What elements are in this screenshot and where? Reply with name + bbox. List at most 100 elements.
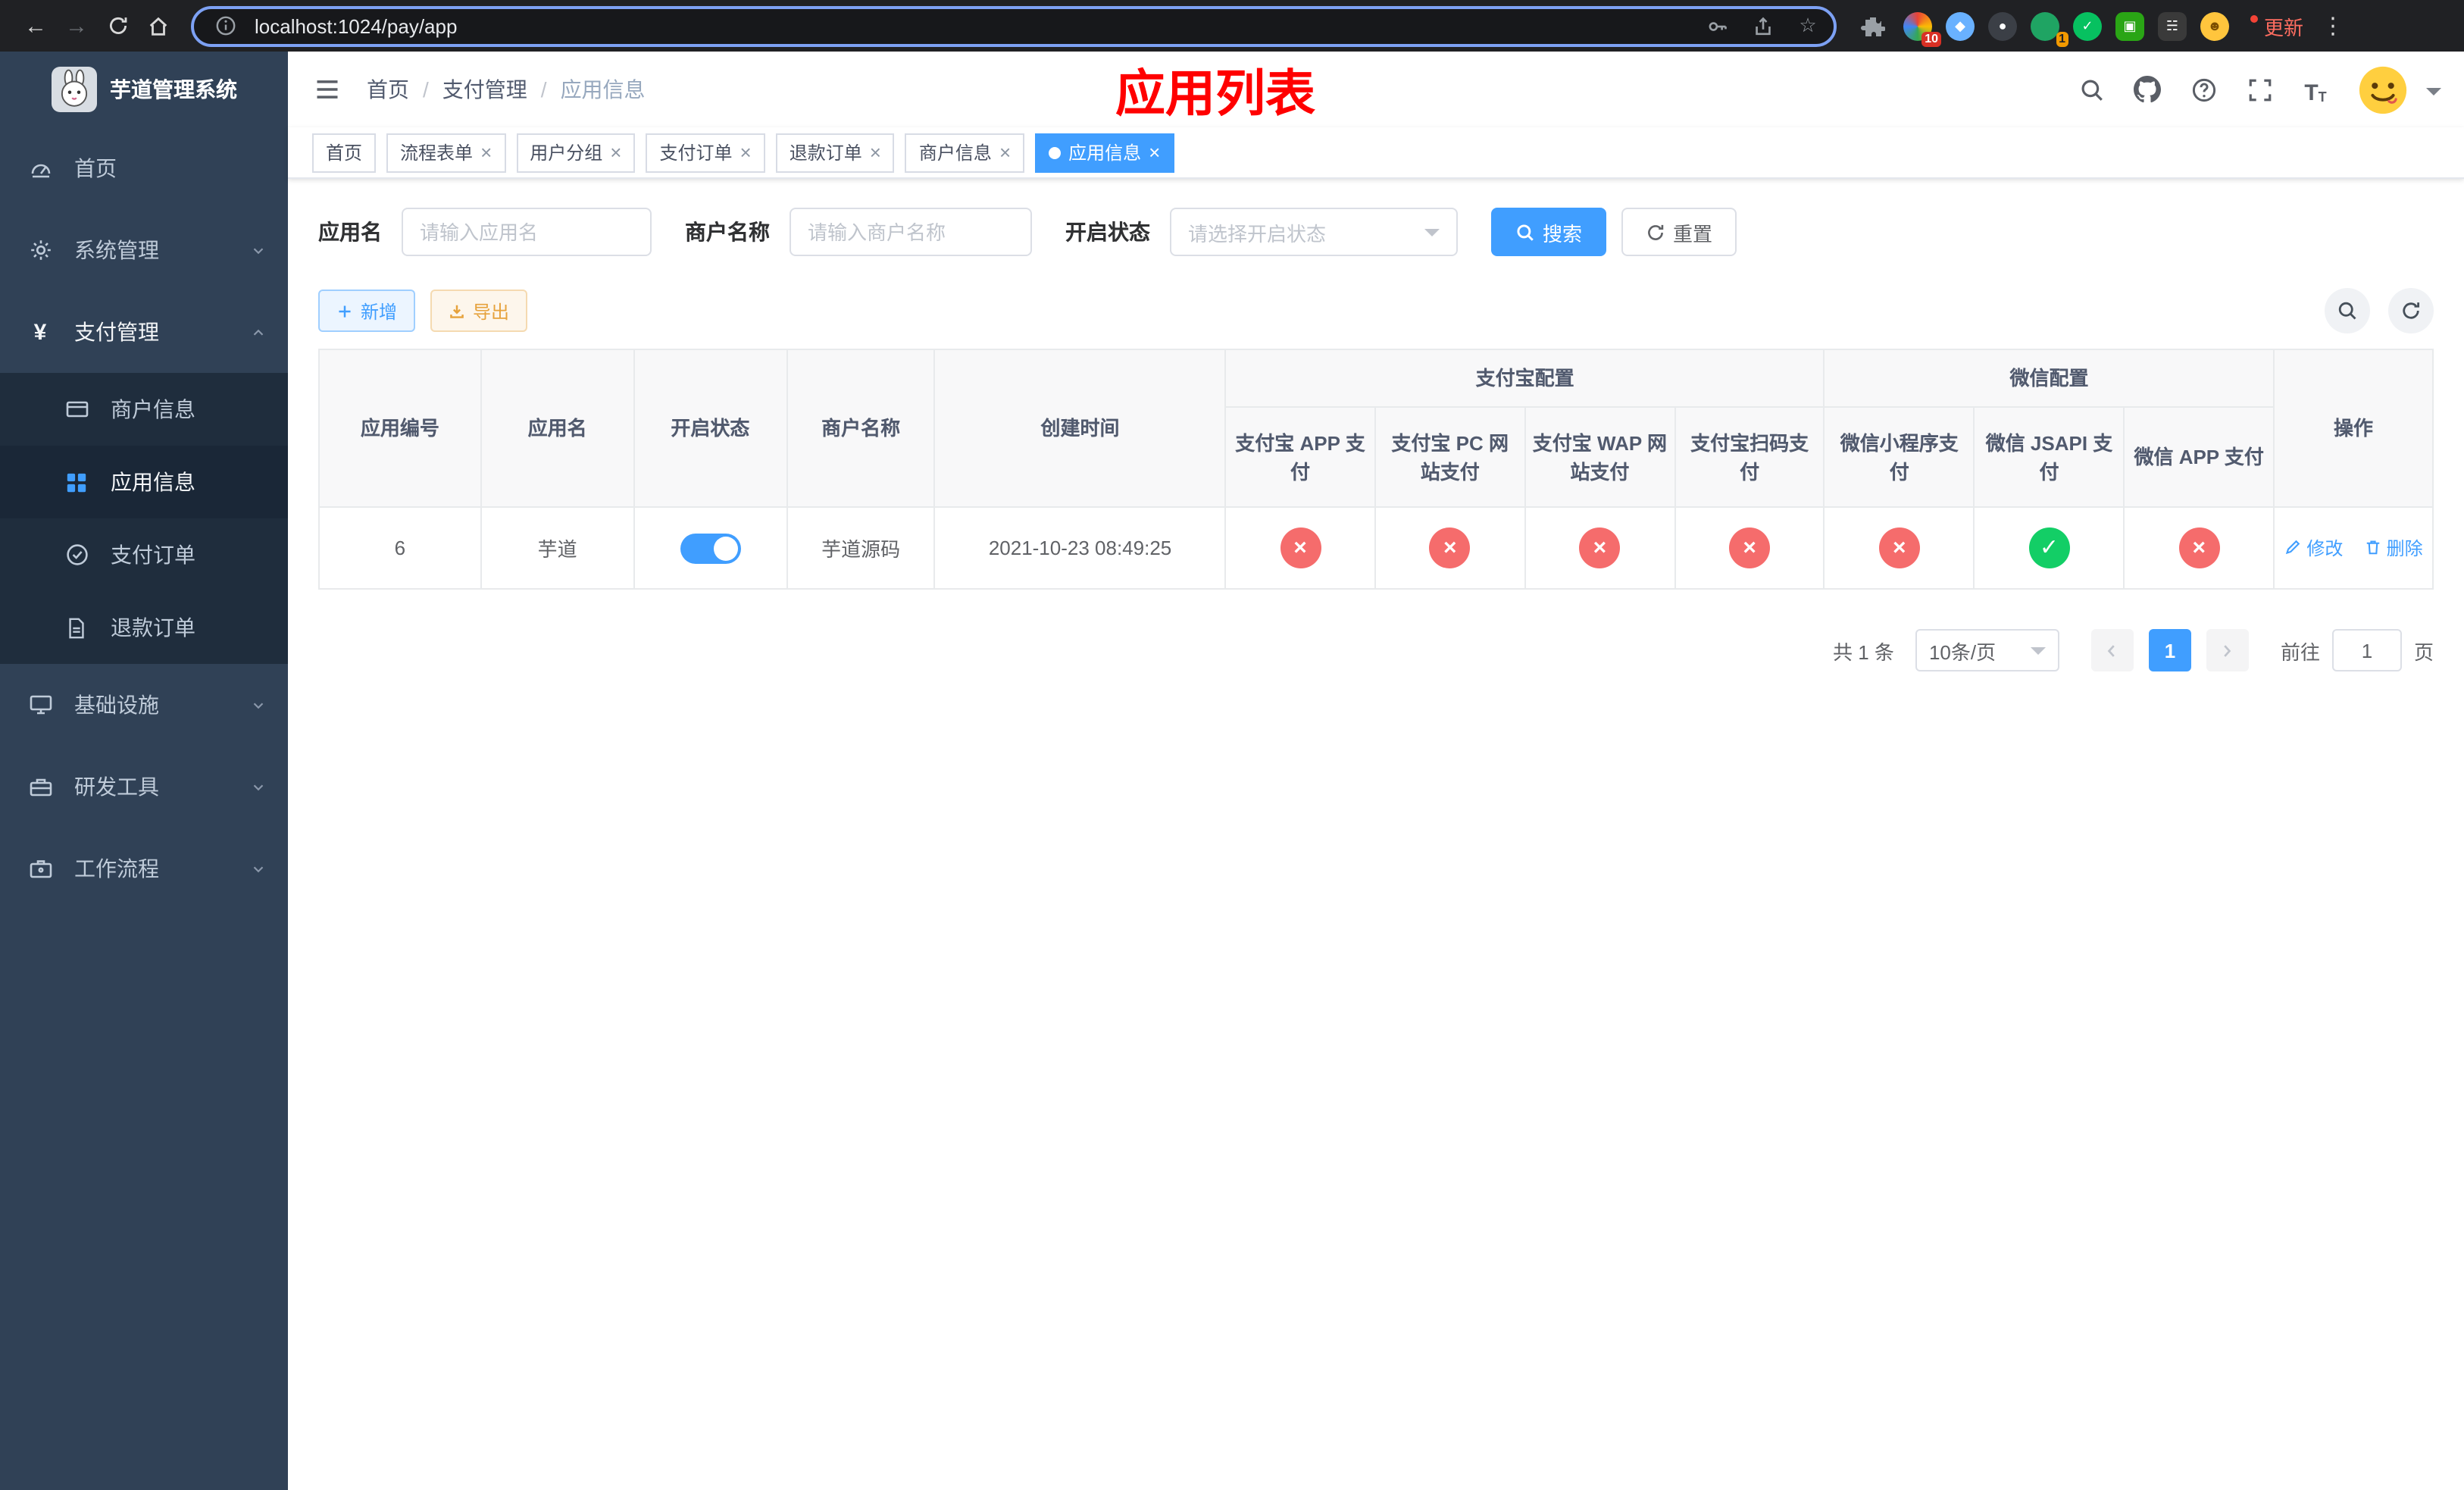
share-icon[interactable] (1746, 9, 1779, 42)
reset-button[interactable]: 重置 (1621, 208, 1737, 256)
goto-label: 前往 (2280, 640, 2320, 663)
sidebar-item-app-info[interactable]: 应用信息 (0, 446, 288, 518)
col-status[interactable]: 开启状态 (633, 349, 788, 508)
status-switch[interactable] (680, 533, 741, 563)
col-wx-mini[interactable]: 微信小程序支付 (1823, 406, 1975, 508)
wx-jsapi-status-icon: ✓ (2028, 527, 2070, 568)
address-bar[interactable]: localhost:1024/pay/app ☆ (191, 5, 1837, 46)
col-group-wechat: 微信配置 (1823, 349, 2275, 408)
extension-icon[interactable]: ☻ (2200, 11, 2229, 40)
app-logo-row[interactable]: 芋道管理系统 (0, 52, 288, 127)
sidebar-item-home[interactable]: 首页 (0, 127, 288, 209)
extension-icon[interactable]: 10 (1903, 11, 1941, 46)
font-size-icon[interactable]: TT (2300, 74, 2331, 105)
gear-icon (27, 237, 53, 263)
extension-icon[interactable]: 1 (2031, 11, 2068, 46)
col-wx-app[interactable]: 微信 APP 支付 (2123, 406, 2275, 508)
sidebar-item-label: 工作流程 (74, 856, 159, 881)
close-icon[interactable]: × (740, 142, 752, 162)
close-icon[interactable]: × (999, 142, 1011, 162)
tab-home[interactable]: 首页 (312, 133, 377, 172)
col-merchant[interactable]: 商户名称 (786, 349, 936, 508)
extension-badge: 1 (2056, 31, 2068, 46)
export-button[interactable]: 导出 (430, 290, 528, 332)
sidebar-item-merchant-info[interactable]: 商户信息 (0, 373, 288, 446)
site-info-icon[interactable] (209, 9, 242, 42)
cell-alipay-wap: × (1524, 506, 1676, 590)
browser-home-button[interactable] (138, 5, 179, 46)
merchant-name-input[interactable] (808, 221, 1014, 243)
cell-wx-jsapi: ✓ (1973, 506, 2125, 590)
sidebar-item-refund-order[interactable]: 退款订单 (0, 591, 288, 664)
github-icon[interactable] (2132, 74, 2162, 105)
tab-merchant-info[interactable]: 商户信息 × (905, 133, 1025, 172)
col-alipay-pc[interactable]: 支付宝 PC 网站支付 (1374, 406, 1526, 508)
browser-menu-button[interactable]: ⋮ (2322, 12, 2344, 39)
toggle-search-button[interactable] (2325, 288, 2370, 333)
status-select[interactable]: 请选择开启状态 (1170, 208, 1458, 256)
sidebar-item-system[interactable]: 系统管理 (0, 209, 288, 291)
sidebar-item-label: 系统管理 (74, 238, 159, 262)
app-name-input[interactable] (420, 221, 633, 243)
extension-icon[interactable]: ◆ (1946, 11, 1975, 40)
breadcrumb-home[interactable]: 首页 (367, 74, 409, 105)
extension-icon[interactable]: ✓ (2073, 11, 2102, 40)
breadcrumb-payment[interactable]: 支付管理 (442, 74, 527, 105)
close-icon[interactable]: × (870, 142, 881, 162)
tab-app-info[interactable]: 应用信息 × (1035, 133, 1174, 172)
sidebar-item-dev-tools[interactable]: 研发工具 (0, 746, 288, 828)
extension-icon[interactable]: ☵ (2158, 11, 2187, 40)
close-icon[interactable]: × (610, 142, 621, 162)
prev-page-button[interactable] (2090, 629, 2134, 671)
browser-reload-button[interactable] (97, 5, 138, 46)
add-button[interactable]: 新增 (318, 290, 416, 332)
sidebar-item-workflow[interactable]: 工作流程 (0, 828, 288, 909)
col-app-name[interactable]: 应用名 (480, 349, 635, 508)
browser-forward-button[interactable]: → (56, 5, 97, 46)
table-row: 6 芋道 芋道源码 2021-10-23 08:49:25 × × × × × … (318, 506, 2434, 590)
help-icon[interactable] (2188, 74, 2219, 105)
col-alipay-qr[interactable]: 支付宝扫码支付 (1674, 406, 1825, 508)
sidebar-item-payment[interactable]: ¥ 支付管理 (0, 291, 288, 373)
delete-link[interactable]: 删除 (2364, 535, 2423, 561)
hamburger-icon[interactable] (300, 62, 355, 117)
avatar[interactable] (2356, 63, 2409, 116)
tab-process-form[interactable]: 流程表单 × (386, 133, 506, 172)
close-icon[interactable]: × (1149, 142, 1160, 162)
tab-refund-order[interactable]: 退款订单 × (775, 133, 895, 172)
col-wx-jsapi[interactable]: 微信 JSAPI 支付 (1973, 406, 2125, 508)
sidebar-item-infrastructure[interactable]: 基础设施 (0, 664, 288, 746)
url-text[interactable]: localhost:1024/pay/app (255, 14, 457, 37)
page-size-select[interactable]: 10条/页 (1915, 629, 2059, 671)
close-icon[interactable]: × (480, 142, 492, 162)
col-app-id[interactable]: 应用编号 (318, 349, 482, 508)
status-select-placeholder: 请选择开启状态 (1188, 222, 1327, 245)
col-alipay-wap[interactable]: 支付宝 WAP 网站支付 (1524, 406, 1676, 508)
bookmark-star-icon[interactable]: ☆ (1791, 9, 1825, 42)
extension-icon[interactable]: ▣ (2115, 11, 2144, 40)
col-created[interactable]: 创建时间 (933, 349, 1227, 508)
cell-alipay-pc: × (1374, 506, 1526, 590)
page-content: 应用名 商户名称 开启状态 请选择开启状态 (288, 179, 2464, 1490)
extension-icon[interactable]: ● (1988, 11, 2017, 40)
password-key-icon[interactable] (1700, 9, 1734, 42)
sidebar-item-payment-order[interactable]: 支付订单 (0, 518, 288, 591)
goto-page-input[interactable] (2331, 629, 2402, 671)
browser-back-button[interactable]: ← (15, 5, 56, 46)
tab-payment-order[interactable]: 支付订单 × (646, 133, 765, 172)
page-title: 应用列表 (1115, 65, 1315, 121)
caret-down-icon[interactable] (2426, 88, 2441, 103)
fullscreen-icon[interactable] (2244, 74, 2275, 105)
tab-user-group[interactable]: 用户分组 × (516, 133, 636, 172)
search-button[interactable]: 搜索 (1491, 208, 1607, 256)
browser-update-button[interactable]: 更新 (2250, 11, 2303, 40)
refresh-button[interactable] (2388, 288, 2434, 333)
edit-link[interactable]: 修改 (2284, 535, 2343, 561)
pagination-total: 共 1 条 (1833, 640, 1894, 663)
extensions-puzzle-icon[interactable] (1856, 9, 1890, 42)
search-icon[interactable] (2076, 74, 2106, 105)
next-page-button[interactable] (2206, 629, 2249, 671)
col-alipay-app[interactable]: 支付宝 APP 支付 (1224, 406, 1376, 508)
tab-label: 用户分组 (530, 142, 603, 164)
page-1-button[interactable]: 1 (2148, 629, 2191, 671)
